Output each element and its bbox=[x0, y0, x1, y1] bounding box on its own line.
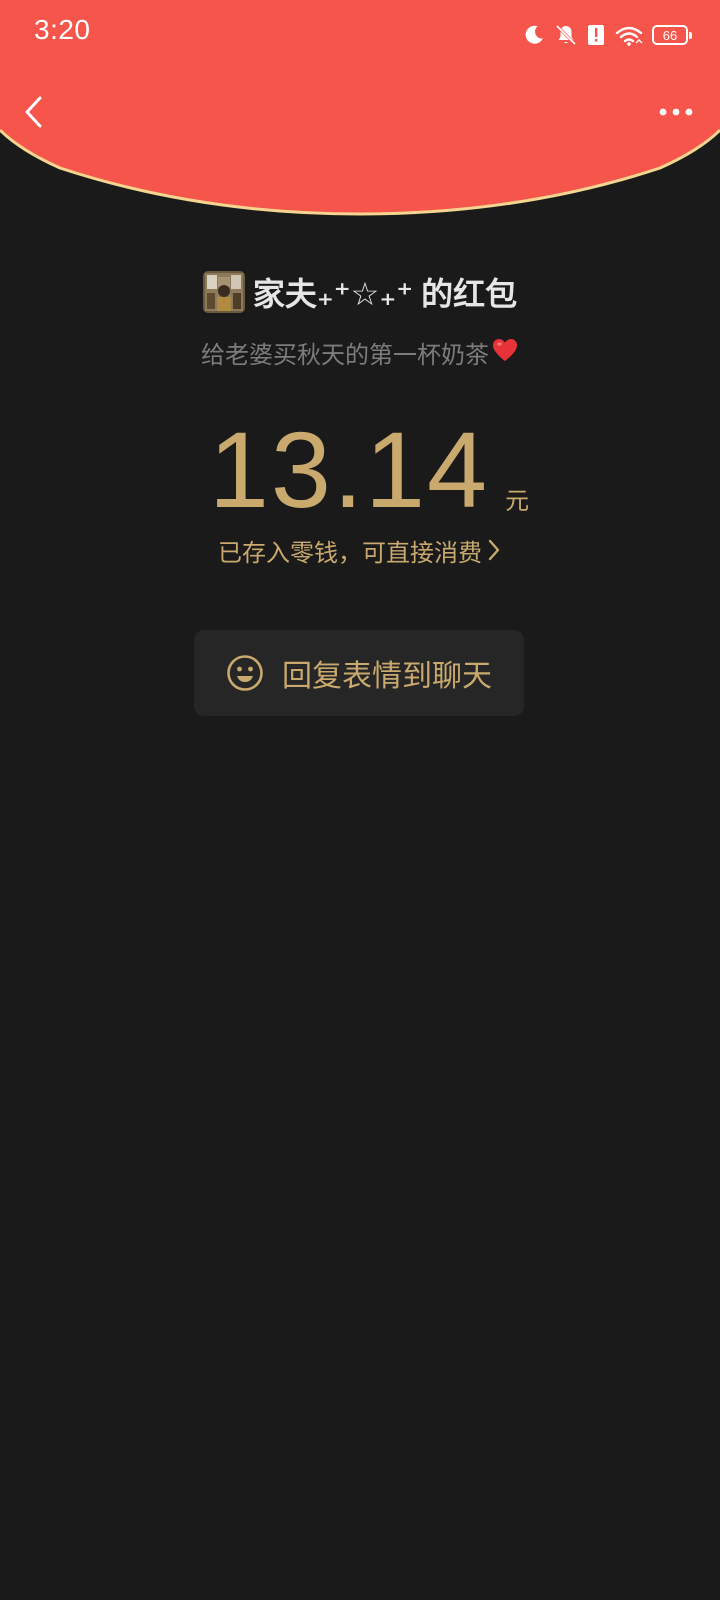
amount-row: 13.14 元 bbox=[0, 404, 720, 524]
avatar[interactable] bbox=[202, 271, 245, 313]
more-button[interactable] bbox=[652, 92, 700, 132]
battery-icon: 66 bbox=[652, 25, 692, 45]
chevron-right-icon bbox=[488, 539, 500, 561]
chevron-left-icon bbox=[25, 96, 42, 128]
smiley-icon bbox=[227, 655, 263, 691]
moon-icon bbox=[522, 23, 546, 47]
alert-icon bbox=[586, 23, 606, 47]
sender-name: 家夫₊⁺☆₊⁺ bbox=[252, 275, 414, 313]
status-bar: 3:20 66 bbox=[0, 0, 720, 70]
wifi-icon bbox=[614, 23, 644, 47]
change-status-link[interactable]: 已存入零钱，可直接消费 bbox=[0, 530, 720, 570]
status-time: 3:20 bbox=[34, 14, 91, 45]
change-status-text: 已存入零钱，可直接消费 bbox=[218, 538, 482, 567]
blessing-text: 给老婆买秋天的第一杯奶茶 bbox=[201, 340, 489, 369]
reply-with-sticker-button[interactable]: 回复表情到聊天 bbox=[194, 630, 524, 716]
amount-value: 13.14 bbox=[208, 409, 490, 530]
reply-button-label: 回复表情到聊天 bbox=[282, 659, 492, 694]
amount-currency: 元 bbox=[505, 487, 530, 515]
back-button[interactable] bbox=[14, 88, 54, 136]
blessing-row: 给老婆买秋天的第一杯奶茶 bbox=[0, 332, 720, 372]
sender-row: 家夫₊⁺☆₊⁺ 的红包 bbox=[0, 268, 720, 316]
sender-suffix: 的红包 bbox=[421, 275, 518, 313]
red-packet-detail-screen: 3:20 66 家夫₊⁺☆₊⁺ 的红包 给老婆买秋天的第一杯奶茶 13.14 元… bbox=[0, 0, 720, 1600]
heart-icon bbox=[491, 337, 519, 367]
more-horizontal-icon bbox=[659, 108, 693, 116]
status-icons: 66 bbox=[522, 20, 692, 50]
bell-off-icon bbox=[554, 23, 578, 47]
battery-level: 66 bbox=[662, 27, 678, 43]
